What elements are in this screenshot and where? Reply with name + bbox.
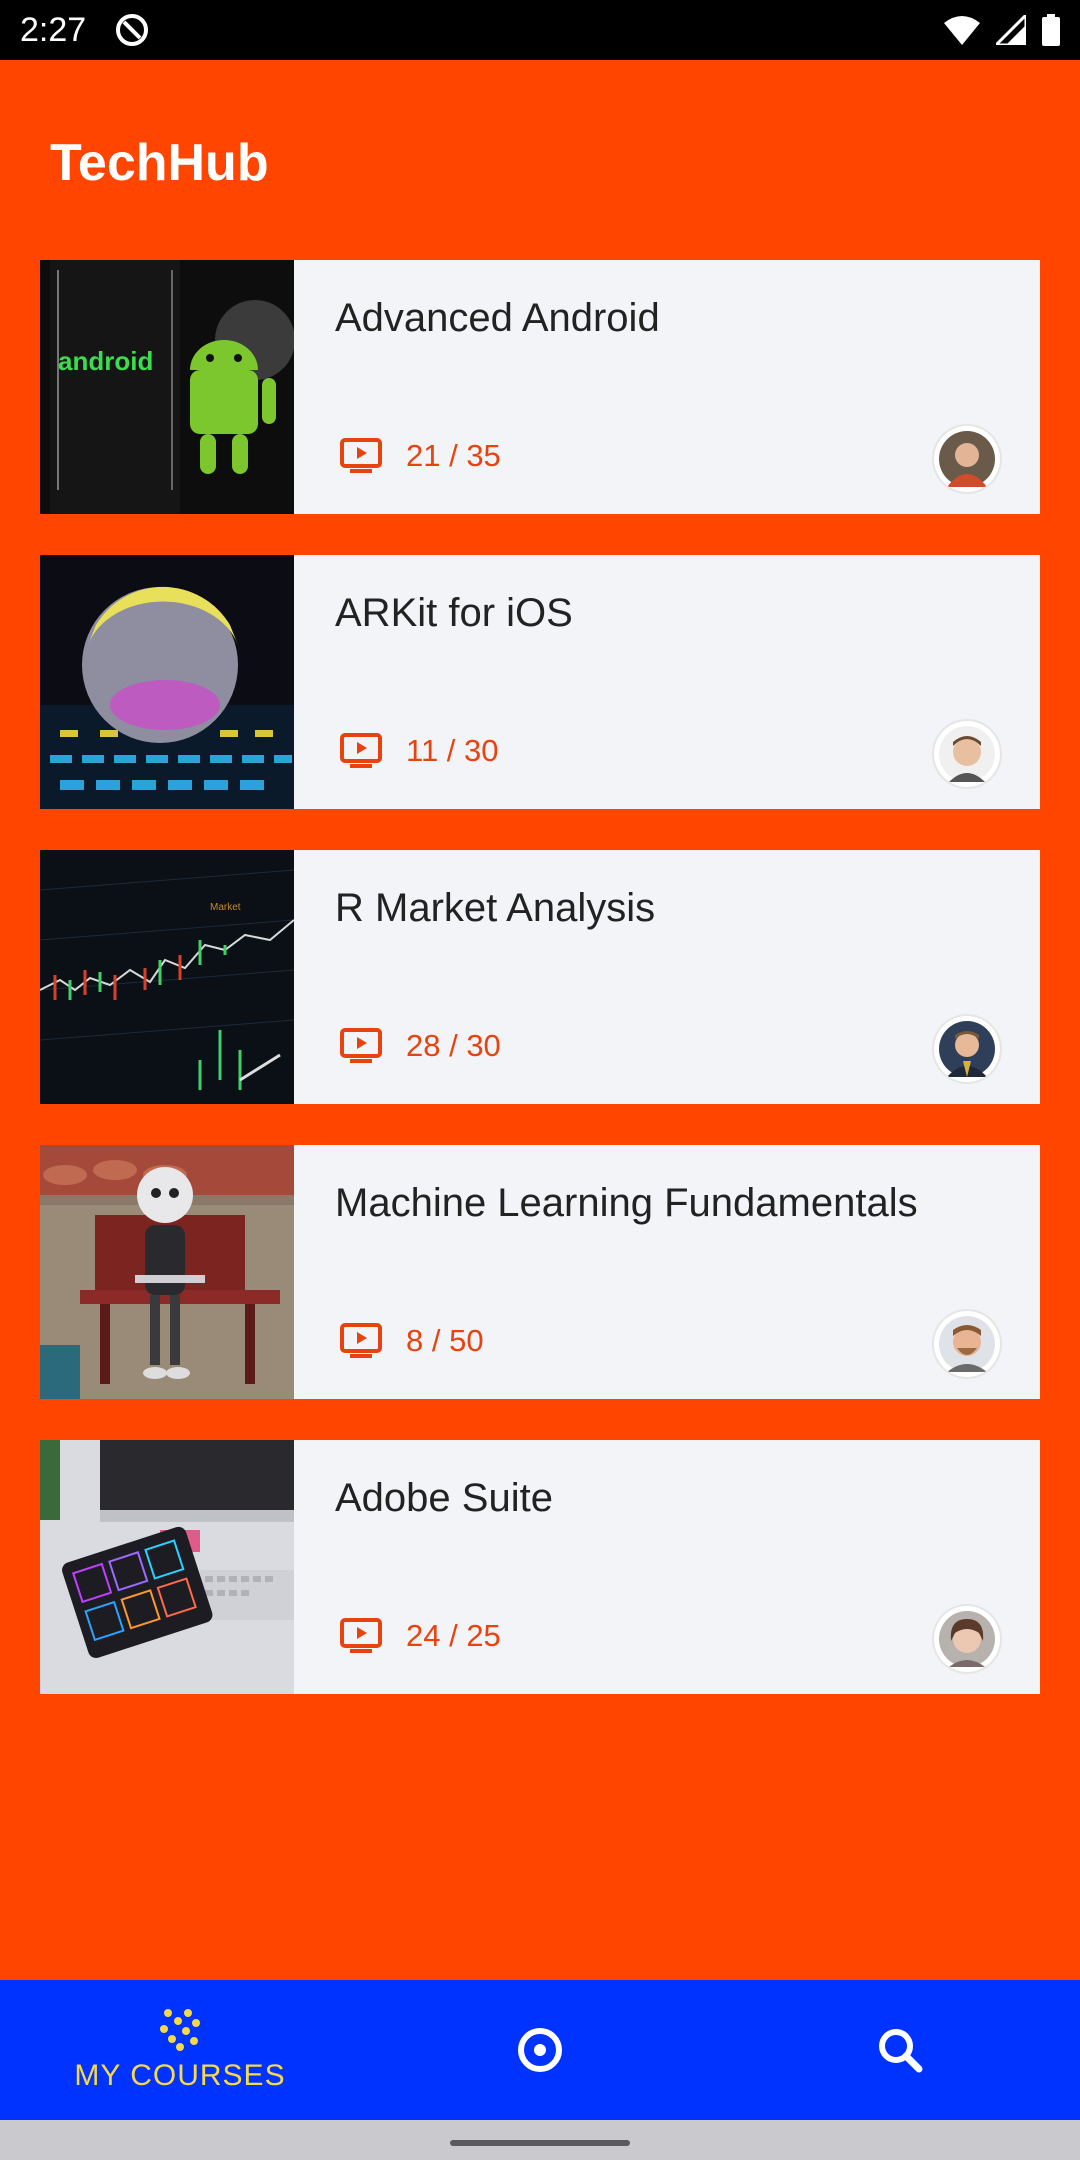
video-lesson-icon <box>340 733 382 768</box>
video-lesson-icon <box>340 438 382 473</box>
course-title: Advanced Android <box>335 296 660 340</box>
nav-label: MY COURSES <box>74 2059 286 2092</box>
course-title: Adobe Suite <box>335 1476 553 1520</box>
video-lesson-icon <box>340 1618 382 1653</box>
app-notification-icon <box>116 14 148 46</box>
course-card[interactable]: ARKit for iOS 11 / 30 <box>40 555 1040 809</box>
avatar[interactable] <box>934 426 1000 492</box>
course-title: Machine Learning Fundamentals <box>335 1181 918 1225</box>
lesson-progress: 11 / 30 <box>340 733 499 769</box>
lesson-progress: 8 / 50 <box>340 1323 484 1359</box>
courses-dots-icon <box>160 2009 200 2051</box>
lesson-progress: 21 / 35 <box>340 438 501 474</box>
home-gesture-handle[interactable] <box>450 2140 630 2146</box>
explore-target-icon <box>518 2028 562 2072</box>
course-title: R Market Analysis <box>335 886 656 930</box>
course-card[interactable]: Adobe Suite 24 / 25 <box>40 1440 1040 1694</box>
nav-explore[interactable] <box>500 1980 580 2120</box>
wifi-icon <box>944 16 980 45</box>
course-thumbnail-market: Market <box>40 850 294 1104</box>
course-title: ARKit for iOS <box>335 591 573 635</box>
nav-my-courses[interactable]: MY COURSES <box>60 1980 300 2120</box>
lesson-progress: 28 / 30 <box>340 1028 501 1064</box>
avatar[interactable] <box>934 1016 1000 1082</box>
lesson-count: 24 / 25 <box>406 1618 501 1653</box>
avatar[interactable] <box>934 1311 1000 1377</box>
course-card[interactable]: Market R Market Analysis 28 / 30 <box>40 850 1040 1104</box>
app-title: TechHub <box>50 134 269 192</box>
course-card[interactable]: android Advanced Android 21 / 35 <box>40 260 1040 514</box>
lesson-count: 21 / 35 <box>406 438 501 473</box>
course-thumbnail-arkit <box>40 555 294 809</box>
nav-search[interactable] <box>860 1980 940 2120</box>
search-icon <box>879 2029 923 2073</box>
lesson-count: 8 / 50 <box>406 1323 484 1358</box>
course-card[interactable]: Machine Learning Fundamentals 8 / 50 <box>40 1145 1040 1399</box>
course-thumbnail-android: android <box>40 260 294 514</box>
svg-text:Market: Market <box>210 902 241 913</box>
battery-icon <box>1042 14 1060 46</box>
system-navigation-bar <box>0 2120 1080 2160</box>
status-bar: 2:27 <box>0 0 1080 60</box>
course-thumbnail-adobe <box>40 1440 294 1694</box>
avatar[interactable] <box>934 1606 1000 1672</box>
avatar[interactable] <box>934 721 1000 787</box>
course-thumbnail-ml <box>40 1145 294 1399</box>
lesson-progress: 24 / 25 <box>340 1618 501 1654</box>
status-time: 2:27 <box>20 11 87 49</box>
video-lesson-icon <box>340 1028 382 1063</box>
lesson-count: 28 / 30 <box>406 1028 501 1063</box>
signal-icon <box>996 15 1026 45</box>
bottom-navigation: MY COURSES <box>0 1980 1080 2120</box>
video-lesson-icon <box>340 1323 382 1358</box>
lesson-count: 11 / 30 <box>406 733 499 768</box>
svg-text:android: android <box>58 346 153 376</box>
